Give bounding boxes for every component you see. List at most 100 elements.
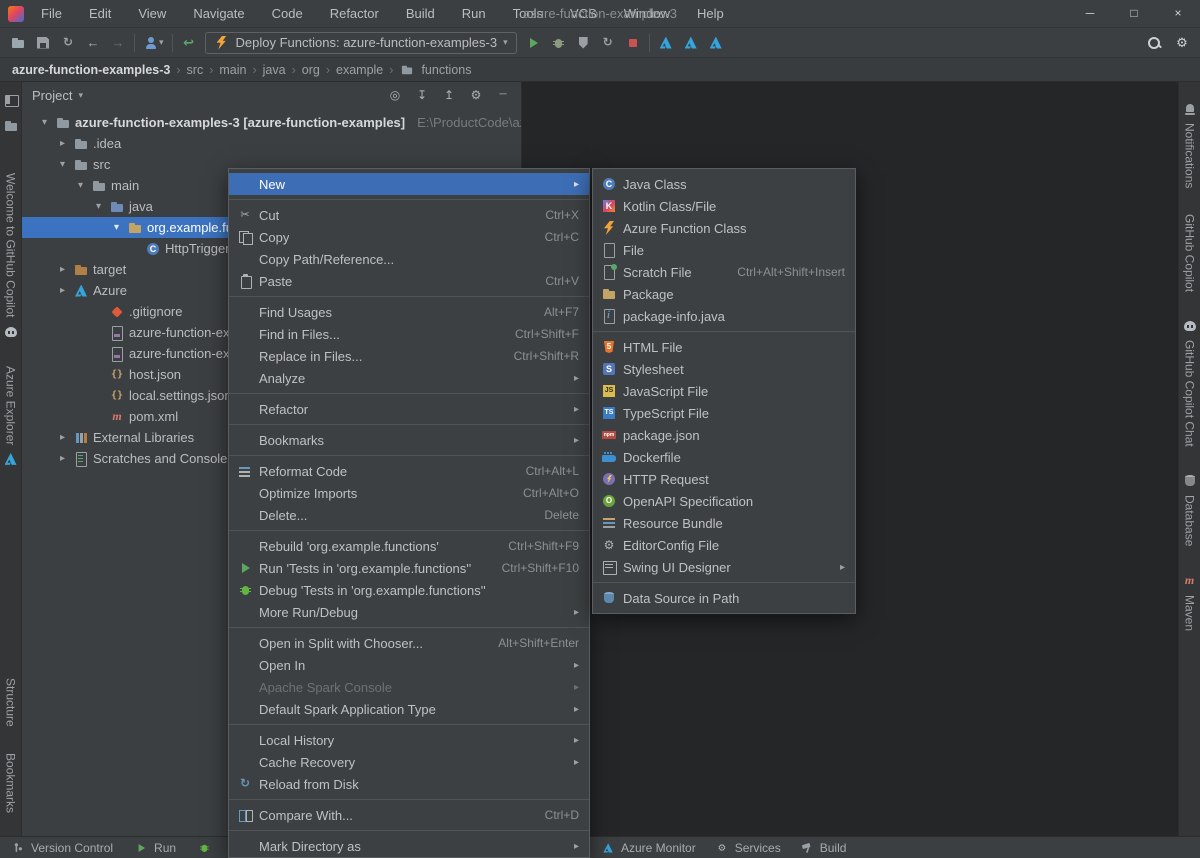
menu-item-swing-ui-designer[interactable]: Swing UI Designer▸ [593,556,855,578]
menu-item-open-in-split-with-chooser[interactable]: Open in Split with Chooser...Alt+Shift+E… [229,632,589,654]
chevron-down-icon[interactable]: ▾ [110,222,123,233]
tree-item-azure-function-examples-3-azure-function-examples[interactable]: ▾azure-function-examples-3 [azure-functi… [22,112,521,133]
statusbar-button-build[interactable]: Build [799,840,847,856]
toolwindow-button-notifications[interactable]: Notifications [1182,101,1198,188]
menubar-item-tools[interactable]: Tools [504,0,552,27]
locate-icon[interactable] [387,87,403,103]
toolwindow-button-github-copilot-chat[interactable]: GitHub Copilot Chat [1182,318,1198,447]
hide-icon[interactable] [495,87,511,103]
chevron-right-icon[interactable]: ▸ [56,285,69,296]
menu-item-analyze[interactable]: Analyze▸ [229,367,589,389]
breadcrumb-azure-function-examples-3[interactable]: azure-function-examples-3 [12,63,170,77]
restart-icon[interactable] [600,35,616,51]
menu-item-delete[interactable]: Delete...Delete [229,504,589,526]
breadcrumb-main[interactable]: main [219,63,246,77]
chevron-right-icon[interactable]: ▸ [56,453,69,464]
coverage-icon[interactable] [575,35,591,51]
menu-item-bookmarks[interactable]: Bookmarks▸ [229,429,589,451]
menu-item-local-history[interactable]: Local History▸ [229,729,589,751]
menu-item-stylesheet[interactable]: Stylesheet [593,358,855,380]
menu-item-html-file[interactable]: HTML File [593,336,855,358]
project-panel-title[interactable]: Project [32,88,72,103]
azure-function-deploy-icon[interactable] [658,35,674,51]
menu-item-replace-in-files[interactable]: Replace in Files...Ctrl+Shift+R [229,345,589,367]
menu-item-rebuild-org-example-functions[interactable]: Rebuild 'org.example.functions'Ctrl+Shif… [229,535,589,557]
menu-item-http-request[interactable]: HTTP Request [593,468,855,490]
menubar-item-run[interactable]: Run [453,0,495,27]
menu-item-more-run-debug[interactable]: More Run/Debug▸ [229,601,589,623]
green-arrow-icon[interactable] [181,35,197,51]
save-icon[interactable] [35,35,51,51]
menu-item-copy[interactable]: CopyCtrl+C [229,226,589,248]
breadcrumb-java[interactable]: java [263,63,286,77]
menu-item-java-class[interactable]: Java Class [593,173,855,195]
menubar-item-file[interactable]: File [32,0,71,27]
toolwindow-button-azure-explorer[interactable]: Azure Explorer [3,366,19,467]
toolwindow-button-welcome-to-github-copilot[interactable]: Welcome to GitHub Copilot [3,173,19,340]
forward-icon[interactable] [110,35,126,51]
menu-item-package[interactable]: Package [593,283,855,305]
menu-item-data-source-in-path[interactable]: Data Source in Path [593,587,855,609]
breadcrumb-src[interactable]: src [187,63,204,77]
stop-icon[interactable] [625,35,641,51]
menu-item-reload-from-disk[interactable]: Reload from Disk [229,773,589,795]
breadcrumb-org[interactable]: org [302,63,320,77]
back-icon[interactable] [85,35,101,51]
menu-item-run-tests-in-org-example-functions[interactable]: Run 'Tests in 'org.example.functions''Ct… [229,557,589,579]
statusbar-button-run[interactable]: Run [133,840,176,856]
menu-item-refactor[interactable]: Refactor▸ [229,398,589,420]
statusbar-button-azure-monitor[interactable]: Azure Monitor [600,840,696,856]
menu-item-azure-function-class[interactable]: Azure Function Class [593,217,855,239]
sync-icon[interactable] [60,35,76,51]
menubar-item-help[interactable]: Help [688,0,733,27]
collapse-all-icon[interactable] [441,87,457,103]
play-icon[interactable] [525,35,541,51]
breadcrumb-example[interactable]: example [336,63,383,77]
menu-item-javascript-file[interactable]: JavaScript File [593,380,855,402]
menu-item-scratch-file[interactable]: Scratch FileCtrl+Alt+Shift+Insert [593,261,855,283]
toolwindow-button-database[interactable]: Database [1182,473,1198,546]
minimize-button[interactable]: ─ [1068,0,1112,27]
menu-item-paste[interactable]: PasteCtrl+V [229,270,589,292]
menubar-item-window[interactable]: Window [615,0,679,27]
statusbar-button-version-control[interactable]: Version Control [10,840,113,856]
menu-item-mark-directory-as[interactable]: Mark Directory as▸ [229,835,589,857]
user-icon[interactable] [143,35,159,51]
menu-item-copy-path-reference[interactable]: Copy Path/Reference... [229,248,589,270]
menu-item-openapi-specification[interactable]: OpenAPI Specification [593,490,855,512]
toolwindow-icon[interactable] [3,92,19,108]
tree-item-idea[interactable]: ▸.idea [22,133,521,154]
toolwindow-button-structure[interactable]: Structure [4,678,18,727]
menu-item-kotlin-class-file[interactable]: Kotlin Class/File [593,195,855,217]
menu-item-optimize-imports[interactable]: Optimize ImportsCtrl+Alt+O [229,482,589,504]
chevron-right-icon[interactable]: ▸ [56,264,69,275]
settings-icon[interactable] [468,87,484,103]
menubar-item-vcs[interactable]: VCS [561,0,606,27]
menu-item-open-in[interactable]: Open In▸ [229,654,589,676]
menu-item-apache-spark-console[interactable]: Apache Spark Console▸ [229,676,589,698]
menu-item-find-usages[interactable]: Find UsagesAlt+F7 [229,301,589,323]
azure-function-add-icon[interactable] [683,35,699,51]
menu-item-reformat-code[interactable]: Reformat CodeCtrl+Alt+L [229,460,589,482]
menubar-item-edit[interactable]: Edit [80,0,120,27]
menubar-item-navigate[interactable]: Navigate [184,0,253,27]
azure-web-deploy-icon[interactable] [708,35,724,51]
statusbar-button-bug[interactable] [196,840,212,856]
menu-item-cache-recovery[interactable]: Cache Recovery▸ [229,751,589,773]
menu-item-package-info-java[interactable]: package-info.java [593,305,855,327]
chevron-down-icon[interactable]: ▾ [74,180,87,191]
menu-item-cut[interactable]: CutCtrl+X [229,204,589,226]
close-button[interactable]: × [1156,0,1200,27]
menu-item-typescript-file[interactable]: TypeScript File [593,402,855,424]
breadcrumb-functions[interactable]: functions [421,63,471,77]
chevron-right-icon[interactable]: ▸ [56,432,69,443]
toolwindow-button-bookmarks[interactable]: Bookmarks [4,753,18,813]
menu-item-compare-with[interactable]: Compare With...Ctrl+D [229,804,589,826]
toolwindow-button-maven[interactable]: Maven [1182,573,1198,631]
menu-item-editorconfig-file[interactable]: EditorConfig File [593,534,855,556]
menubar-item-view[interactable]: View [129,0,175,27]
chevron-down-icon[interactable]: ▾ [92,201,105,212]
run-configuration-select[interactable]: Deploy Functions: azure-function-example… [205,32,517,54]
menu-item-dockerfile[interactable]: Dockerfile [593,446,855,468]
statusbar-button-services[interactable]: Services [714,840,781,856]
